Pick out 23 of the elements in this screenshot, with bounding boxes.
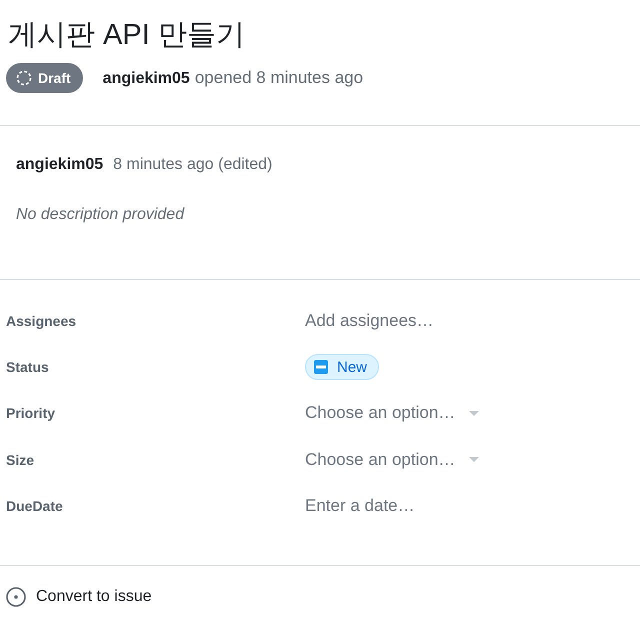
author-link[interactable]: angiekim05 — [102, 70, 190, 88]
comment-body: No description provided — [16, 205, 184, 225]
field-label: Size — [6, 452, 34, 468]
convert-to-issue-button[interactable]: Convert to issue — [6, 586, 152, 607]
date-input-field[interactable]: Enter a date… — [305, 496, 505, 516]
author-link[interactable]: angiekim05 — [16, 154, 104, 176]
circle-dot-icon — [6, 586, 26, 607]
action-label: Convert to issue — [36, 588, 152, 606]
add-assignees-button[interactable]: Add assignees… — [305, 311, 434, 332]
field-label: Assignees — [6, 313, 76, 330]
status-text: New — [337, 358, 368, 376]
caret-down-icon — [469, 457, 480, 462]
caret-down-icon — [469, 410, 480, 416]
status-pill[interactable]: New — [305, 354, 380, 380]
edited-time: 8 minutes ago (edited) — [113, 155, 272, 175]
state-text: Draft — [38, 70, 71, 86]
field-label: Priority — [6, 405, 56, 422]
dashed-circle-icon — [16, 70, 32, 86]
opened-time: opened 8 minutes ago — [194, 68, 364, 88]
emoji-tile-icon — [314, 360, 328, 374]
field-label: DueDate — [6, 498, 63, 514]
field-label: Status — [6, 359, 49, 376]
issue-title: 게시판 API 만들기 — [8, 18, 245, 53]
